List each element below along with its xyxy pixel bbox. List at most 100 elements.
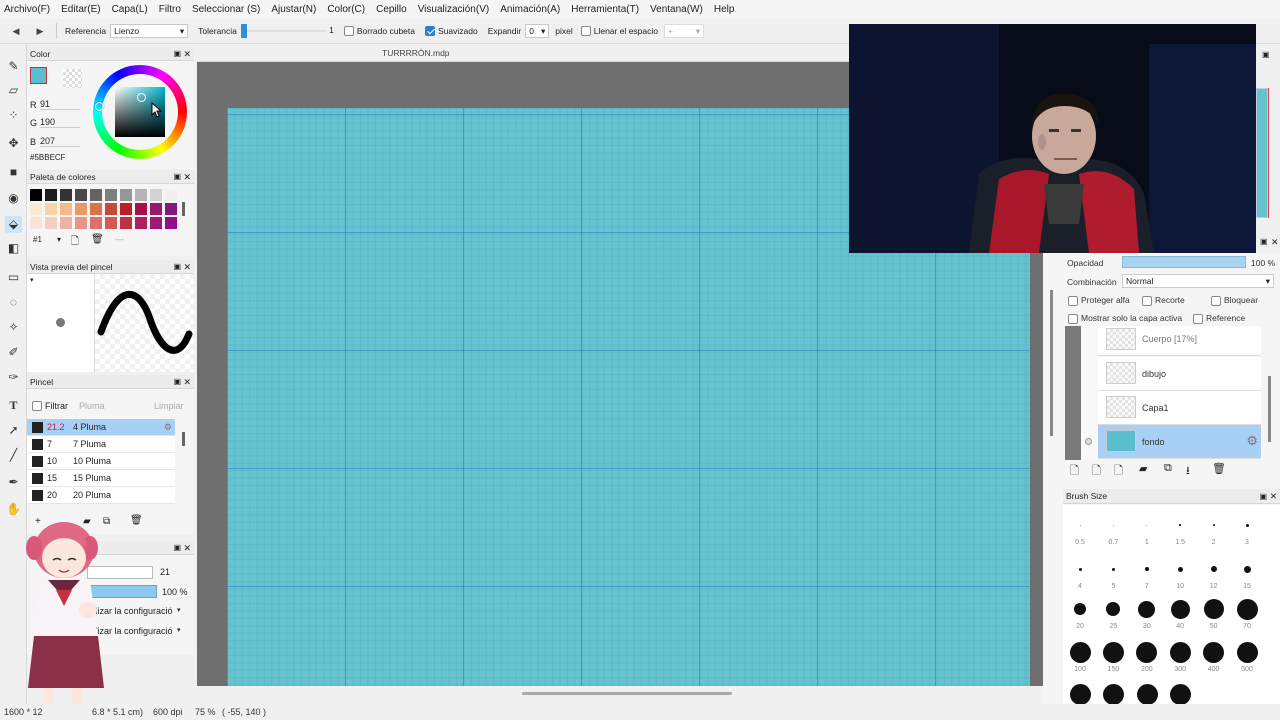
- brush-size-cell[interactable]: 4: [1067, 557, 1093, 590]
- close-icon[interactable]: ✕: [183, 170, 191, 184]
- chevron-down-icon[interactable]: ▾: [30, 276, 34, 284]
- palette-swatch[interactable]: [60, 203, 72, 215]
- float-icon[interactable]: ▣: [173, 541, 181, 555]
- operation-tool-icon[interactable]: ➚: [5, 422, 22, 439]
- brush-list-item[interactable]: 15 15 Pluma: [27, 470, 175, 487]
- menu-item[interactable]: Capa(L): [112, 4, 148, 15]
- move-tool-icon[interactable]: ✥: [5, 135, 22, 152]
- new-layer-icon[interactable]: 🗋: [1070, 462, 1079, 481]
- menu-item[interactable]: Filtro: [159, 4, 181, 15]
- brush-size-cell[interactable]: 30: [1134, 597, 1160, 630]
- brush-list-item[interactable]: 10 10 Pluma: [27, 453, 175, 470]
- menu-item[interactable]: Seleccionar (S): [192, 4, 260, 15]
- palette-swatch[interactable]: [30, 217, 42, 229]
- bucket-tool-icon[interactable]: ⬙: [5, 216, 22, 233]
- menu-item[interactable]: Ajustar(N): [271, 4, 316, 15]
- trash-icon[interactable]: 🗑: [91, 234, 104, 245]
- palette-swatch[interactable]: [135, 217, 147, 229]
- eyedropper-icon[interactable]: ✒: [5, 474, 22, 491]
- gradient-tool-icon[interactable]: ◧: [5, 240, 22, 257]
- brush-size-dot[interactable]: [1070, 684, 1091, 704]
- brush-size-cell[interactable]: 40: [1167, 597, 1193, 630]
- reference-checkbox[interactable]: Reference: [1193, 313, 1245, 324]
- brush-list-item[interactable]: 21.2 4 Pluma ⚙: [27, 419, 175, 436]
- clear-button[interactable]: Limpiar: [154, 401, 184, 411]
- folder-icon[interactable]: ▰: [1139, 462, 1147, 475]
- pen-tool-icon[interactable]: ✎: [5, 58, 22, 75]
- palette-swatch[interactable]: [90, 203, 102, 215]
- brush-size-cell[interactable]: 12: [1201, 557, 1227, 590]
- lasso-icon[interactable]: ◌: [5, 294, 22, 311]
- brush-size-cell[interactable]: 50: [1201, 597, 1227, 630]
- layer-row[interactable]: dibujo: [1098, 357, 1261, 391]
- brush-size-cell[interactable]: 2: [1201, 513, 1227, 546]
- palette-swatch[interactable]: [150, 203, 162, 215]
- close-icon[interactable]: ✕: [183, 375, 191, 389]
- layer-list-scrollbar[interactable]: [1268, 376, 1271, 442]
- magic-wand-icon[interactable]: ✧: [5, 319, 22, 336]
- clipping-checkbox[interactable]: Recorte: [1142, 295, 1185, 306]
- referencia-select[interactable]: Lienzo ▾: [110, 24, 189, 38]
- brush-list-item[interactable]: 7 7 Pluma: [27, 436, 175, 453]
- close-icon[interactable]: ✕: [183, 541, 191, 555]
- expandir-select[interactable]: 0 ▾: [525, 24, 550, 38]
- brush-size-cell[interactable]: 10: [1167, 557, 1193, 590]
- close-icon[interactable]: ✕: [1270, 489, 1277, 504]
- brush-size-cell[interactable]: 3: [1234, 513, 1260, 546]
- brush-size-cell[interactable]: 25: [1100, 597, 1126, 630]
- new-layer-8bit-icon[interactable]: 🗋: [1092, 462, 1101, 481]
- palette-swatch[interactable]: [75, 189, 87, 201]
- next-icon[interactable]: ▶: [32, 23, 48, 39]
- palette-swatch[interactable]: [30, 203, 42, 215]
- palette-index[interactable]: #1: [33, 235, 42, 244]
- new-layer-1bit-icon[interactable]: 🗋: [1114, 462, 1123, 481]
- show-active-checkbox[interactable]: Mostrar solo la capa activa: [1068, 313, 1182, 324]
- palette-swatch[interactable]: [75, 203, 87, 215]
- suavizado-checkbox[interactable]: Suavizado: [424, 26, 478, 37]
- horizontal-scrollbar[interactable]: [522, 692, 732, 695]
- brush-size-dot[interactable]: [1170, 684, 1192, 704]
- brush-size-cell[interactable]: 150: [1100, 640, 1126, 673]
- r-value[interactable]: 91: [40, 99, 80, 110]
- palette-swatch[interactable]: [90, 217, 102, 229]
- size-value[interactable]: 21: [160, 567, 170, 577]
- palette-swatch[interactable]: [120, 217, 132, 229]
- palette-swatch[interactable]: [105, 189, 117, 201]
- brush-size-cell[interactable]: 7: [1134, 557, 1160, 590]
- float-icon[interactable]: ▣: [173, 170, 181, 184]
- prev-icon[interactable]: ◀: [8, 23, 24, 39]
- color-picker-handle[interactable]: [137, 93, 146, 102]
- dots-tool-icon[interactable]: ⁘: [5, 107, 22, 124]
- menu-item[interactable]: Ventana(W): [650, 4, 703, 15]
- brush-size-cell[interactable]: 5: [1100, 557, 1126, 590]
- brush-size-cell[interactable]: 1: [1134, 513, 1160, 546]
- filter-input[interactable]: Pluma: [79, 401, 139, 411]
- brush-size-cell[interactable]: 400: [1201, 640, 1227, 673]
- brush-size-cell[interactable]: 100: [1067, 640, 1093, 673]
- palette-scrollbar[interactable]: [182, 202, 185, 216]
- more-icon[interactable]: —: [115, 234, 124, 244]
- hex-value[interactable]: #5BBECF: [30, 153, 66, 162]
- llenar-checkbox[interactable]: Llenar el espacio: [580, 26, 658, 37]
- main-color-swatch[interactable]: [30, 67, 47, 84]
- brush-size-cell[interactable]: 0.5: [1067, 513, 1093, 546]
- menu-item[interactable]: Animación(A): [500, 4, 560, 15]
- llenar-select[interactable]: + ▾: [664, 24, 704, 38]
- sub-color-swatch[interactable]: [63, 69, 82, 88]
- protect-alpha-checkbox[interactable]: Proteger alfa: [1068, 295, 1130, 306]
- brush-size-cell[interactable]: 300: [1167, 640, 1193, 673]
- palette-swatch[interactable]: [120, 203, 132, 215]
- trash-icon[interactable]: 🗑: [130, 515, 143, 526]
- fill-tool-icon[interactable]: ◉: [5, 190, 22, 207]
- hand-tool-icon[interactable]: ✋: [5, 501, 22, 518]
- brush-size-cell[interactable]: 1.5: [1167, 513, 1193, 546]
- tolerancia-slider[interactable]: 1: [240, 24, 336, 38]
- brush-list-item[interactable]: 20 20 Pluma: [27, 487, 175, 504]
- palette-swatch[interactable]: [60, 217, 72, 229]
- select-eraser-icon[interactable]: ✑: [5, 369, 22, 386]
- b-value[interactable]: 207: [40, 136, 80, 147]
- menu-item[interactable]: Visualización(V): [418, 4, 490, 15]
- palette-swatch[interactable]: [90, 189, 102, 201]
- blend-select[interactable]: Normal ▾: [1122, 274, 1274, 288]
- brush-size-cell[interactable]: 500: [1234, 640, 1260, 673]
